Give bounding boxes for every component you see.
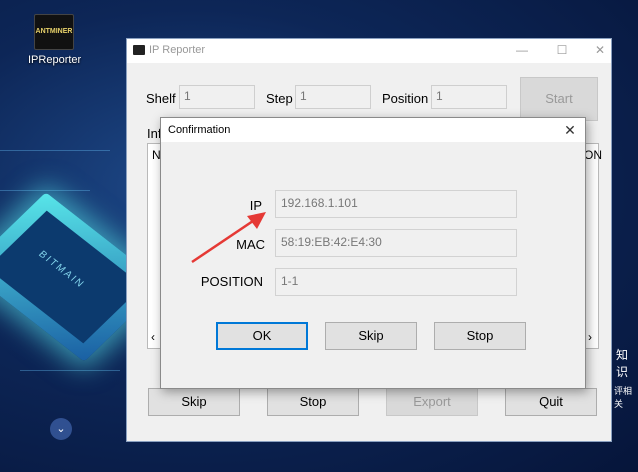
annotation-arrow-icon (191, 212, 266, 264)
